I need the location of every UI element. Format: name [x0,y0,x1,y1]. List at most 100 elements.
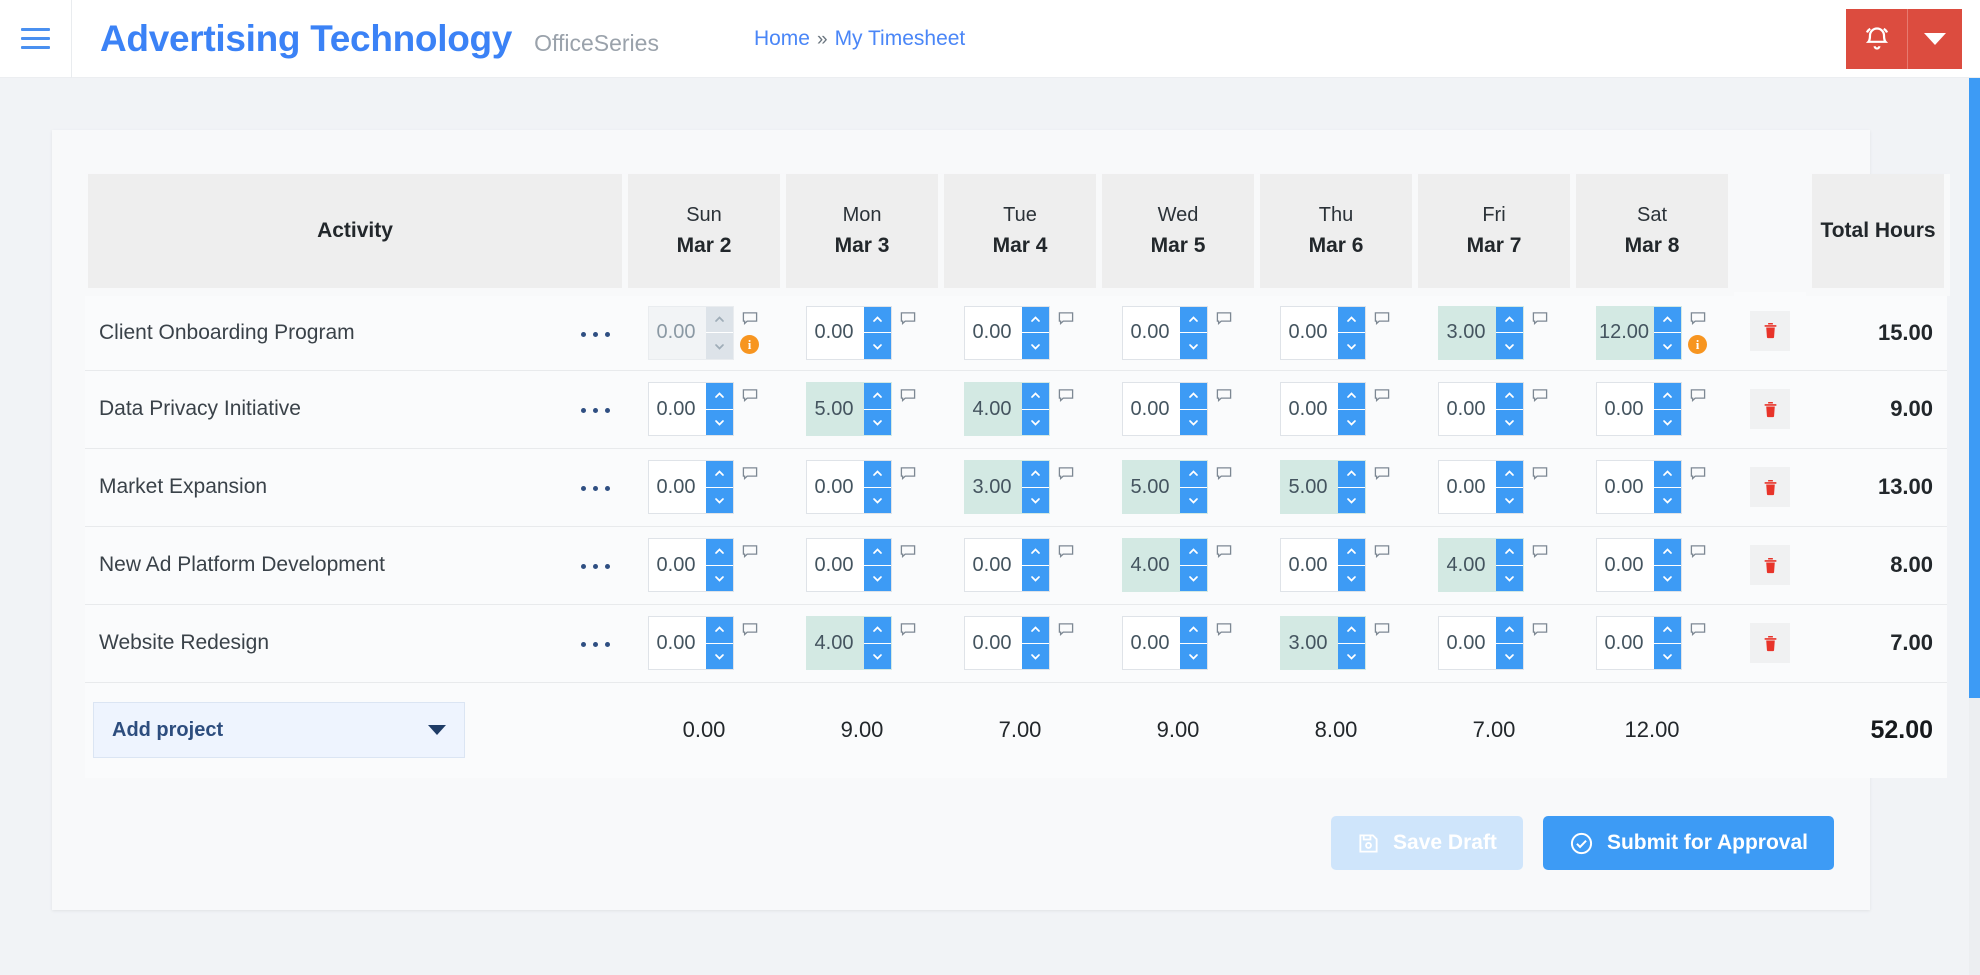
spinner-increment-button[interactable] [1495,617,1523,643]
spinner-increment-button[interactable] [1179,539,1207,565]
spinner-decrement-button[interactable] [705,564,733,591]
hours-input[interactable]: 5.00 [1123,461,1180,513]
spinner-increment-button[interactable] [1495,461,1523,487]
row-menu-dots-icon[interactable] [565,526,626,604]
delete-row-button[interactable] [1750,310,1791,351]
spinner-increment-button[interactable] [1021,617,1049,643]
hours-spinner[interactable]: 0.00 [1279,538,1366,592]
comment-icon[interactable] [1532,544,1548,565]
hours-spinner[interactable]: 0.00 [1595,382,1682,436]
comment-icon[interactable] [900,466,916,487]
hours-spinner[interactable]: 0.00 [963,538,1050,592]
spinner-increment-button[interactable] [1337,617,1365,643]
spinner-decrement-button[interactable] [1495,332,1523,359]
spinner-decrement-button[interactable] [1653,642,1681,669]
hours-spinner[interactable]: 4.00 [1121,538,1208,592]
comment-icon[interactable] [1216,388,1232,409]
hours-input[interactable]: 0.00 [807,307,864,359]
spinner-decrement-button[interactable] [1179,408,1207,435]
spinner-increment-button[interactable] [1653,306,1681,333]
spinner-decrement-button[interactable] [705,642,733,669]
hours-spinner[interactable]: 0.00 [647,382,734,436]
hours-input[interactable]: 0.00 [1439,461,1496,513]
comment-icon[interactable] [1374,544,1390,565]
save-draft-button[interactable]: Save Draft [1331,816,1523,870]
comment-icon[interactable] [1216,466,1232,487]
spinner-increment-button[interactable] [1021,383,1049,409]
spinner-decrement-button[interactable] [1495,564,1523,591]
spinner-increment-button[interactable] [1021,306,1049,333]
hours-input[interactable]: 0.00 [649,307,706,359]
info-badge-icon[interactable]: i [1688,335,1708,355]
comment-icon[interactable] [1374,622,1390,643]
hours-spinner[interactable]: 0.00 [805,460,892,514]
hours-spinner[interactable]: 4.00 [963,382,1050,436]
hours-input[interactable]: 0.00 [807,539,864,591]
hamburger-menu-icon[interactable] [0,0,72,78]
hours-input[interactable]: 0.00 [649,617,706,669]
comment-icon[interactable] [900,622,916,643]
spinner-decrement-button[interactable] [1179,564,1207,591]
comment-icon[interactable] [742,544,758,565]
row-menu-dots-icon[interactable] [565,370,626,448]
row-menu-dots-icon[interactable] [565,292,626,370]
spinner-decrement-button[interactable] [863,332,891,359]
hours-spinner[interactable]: 4.00 [805,616,892,670]
hours-input[interactable]: 0.00 [965,539,1022,591]
comment-icon[interactable] [1532,311,1548,332]
hours-spinner[interactable]: 5.00 [1279,460,1366,514]
spinner-decrement-button[interactable] [863,642,891,669]
breadcrumb-home-link[interactable]: Home [754,27,810,51]
hours-spinner[interactable]: 0.00 [1279,382,1366,436]
hours-input[interactable]: 0.00 [649,539,706,591]
spinner-increment-button[interactable] [705,306,733,333]
spinner-decrement-button[interactable] [705,332,733,359]
hours-spinner[interactable]: 0.00 [1595,460,1682,514]
spinner-increment-button[interactable] [863,306,891,333]
spinner-decrement-button[interactable] [1337,642,1365,669]
spinner-decrement-button[interactable] [705,486,733,513]
spinner-increment-button[interactable] [1021,539,1049,565]
scrollbar-thumb[interactable] [1969,78,1980,698]
spinner-increment-button[interactable] [863,617,891,643]
comment-icon[interactable] [1216,544,1232,565]
add-project-dropdown[interactable]: Add project [93,702,465,759]
comment-icon[interactable] [1216,622,1232,643]
spinner-decrement-button[interactable] [863,564,891,591]
row-menu-dots-icon[interactable] [565,448,626,526]
spinner-increment-button[interactable] [705,383,733,409]
delete-row-button[interactable] [1750,467,1791,507]
spinner-decrement-button[interactable] [1495,486,1523,513]
spinner-increment-button[interactable] [1495,306,1523,333]
delete-row-button[interactable] [1750,545,1791,585]
hours-spinner[interactable]: 0.00 [647,460,734,514]
page-scrollbar[interactable] [1969,78,1980,975]
delete-row-button[interactable] [1750,623,1791,663]
spinner-increment-button[interactable] [705,617,733,643]
hours-spinner[interactable]: 5.00 [805,382,892,436]
comment-icon[interactable] [1374,466,1390,487]
hours-spinner[interactable]: 0.00 [1121,305,1208,360]
comment-icon[interactable] [1690,311,1706,332]
spinner-decrement-button[interactable] [1179,486,1207,513]
spinner-increment-button[interactable] [863,383,891,409]
hours-spinner[interactable]: 3.00 [963,460,1050,514]
comment-icon[interactable] [1690,388,1706,409]
spinner-decrement-button[interactable] [1653,408,1681,435]
hours-spinner[interactable]: 0.00 [1437,616,1524,670]
hours-input[interactable]: 0.00 [1281,383,1338,435]
hours-spinner[interactable]: 3.00 [1279,616,1366,670]
hours-input[interactable]: 4.00 [1123,539,1180,591]
hours-input[interactable]: 0.00 [1439,383,1496,435]
hours-spinner[interactable]: 0.00 [1595,538,1682,592]
spinner-increment-button[interactable] [1179,383,1207,409]
spinner-increment-button[interactable] [1337,539,1365,565]
submit-for-approval-button[interactable]: Submit for Approval [1542,816,1834,870]
hours-input[interactable]: 0.00 [965,617,1022,669]
spinner-decrement-button[interactable] [1653,564,1681,591]
hours-input[interactable]: 0.00 [1281,307,1338,359]
hours-input[interactable]: 4.00 [965,383,1022,435]
spinner-increment-button[interactable] [1653,383,1681,409]
spinner-increment-button[interactable] [705,539,733,565]
hours-spinner[interactable]: 4.00 [1437,538,1524,592]
